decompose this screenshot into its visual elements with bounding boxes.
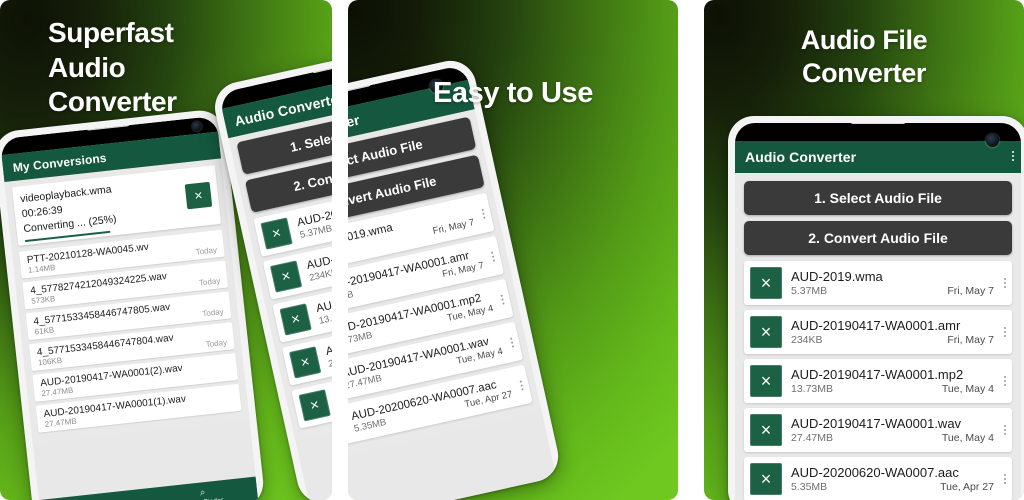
conversion-info: videoplayback.wma 00:26:39 Converting ..… [20,175,189,237]
table-row[interactable]: × AUD-2019.wma 5.37MB Fri, May 7 [744,261,1012,305]
file-size: 573KB [30,293,56,306]
file-size: 106KB [37,355,63,368]
file-type-icon: × [750,267,782,299]
table-row[interactable]: × AUD-20190417-WA0001.wav 27.47MB Tue, M… [744,408,1012,452]
appbar-title: Audio Converter [745,149,857,165]
file-info: AUD-20190417-WA0001.amr 234KB Fri, May 7 [782,318,1006,346]
nav-tab-audio-converter[interactable]: ⇄ Audio Converter [39,488,151,500]
file-date: Tue, Apr 27 [940,481,994,493]
file-date: Today [195,245,218,257]
file-size: 27.47MB [791,432,834,444]
file-info: AUD-20190417-WA0001.mp2 13.73MB Tue, May… [782,367,1006,395]
file-date: Today [201,306,225,319]
file-meta: 5.37MB Fri, May 7 [791,285,1006,297]
file-type-icon: × [750,365,782,397]
phone-screen-my-conversions: My Conversions videoplayback.wma 00:26:3… [0,115,259,500]
file-name: AUD-2019.wma [791,269,883,284]
file-date: Tue, May 4 [941,432,994,444]
file-type-icon: × [750,463,782,495]
search-file-icon: ⌕ [199,487,206,499]
overflow-menu-icon[interactable] [1004,474,1006,484]
file-meta: 13.73MB Tue, May 4 [791,383,1006,395]
front-camera-icon [192,121,202,132]
front-camera-icon [986,134,999,147]
file-meta: 5.35MB Tue, Apr 27 [791,481,1006,493]
nav-tab-audio-finder[interactable]: ⌕ Audio Finder [147,477,259,500]
file-info: AUD-2019.wma 5.37MB Fri, May 7 [782,269,1006,297]
table-row[interactable]: × AUD-20190417-WA0001.amr 234KB Fri, May… [744,310,1012,354]
select-audio-file-button[interactable]: 1. Select Audio File [744,181,1012,215]
earpiece-speaker [850,123,906,124]
cancel-conversion-button[interactable]: × [184,181,213,210]
file-size: 1.14MB [27,262,56,275]
overflow-menu-icon[interactable] [1004,327,1006,337]
phone-audio-converter-upright: Audio Converter 1. Select Audio File 2. … [728,116,1024,500]
overflow-menu-icon[interactable] [1004,278,1006,288]
file-size: 234KB [791,334,823,346]
converter-file-list: × AUD-2019.wma 5.37MB Fri, May 7 [348,192,533,451]
promo-panel-1: Superfast Audio Converter My Conversions… [0,0,332,500]
file-date: Tue, May 4 [941,383,994,395]
panel-2-headline: Easy to Use [432,77,593,109]
app-store-screenshot-gallery: Superfast Audio Converter My Conversions… [0,0,1024,500]
file-size: 234KB [348,288,355,306]
file-type-icon: × [750,316,782,348]
table-row[interactable]: × AUD-20190417-WA0001.mp2 13.73MB Tue, M… [744,359,1012,403]
file-type-icon: × [750,414,782,446]
file-date: Fri, May 7 [947,334,994,346]
phone-my-conversions: My Conversions videoplayback.wma 00:26:3… [0,107,266,500]
file-date: Today [198,275,221,288]
file-info: AUD-20190417-WA0001.wav 27.47MB Tue, May… [782,416,1006,444]
promo-panel-2: Easy to Use Audio Converter 1. Select Au… [348,0,678,500]
bottom-navigation-bar: ⇄ Audio Converter ⌕ Audio Finder [38,476,259,500]
panel-3-headline: Audio File Converter [800,25,928,89]
converter-file-list: × AUD-2019.wma 5.37MB Fri, May 7 [744,261,1012,500]
conversion-file-list: PTT-20210128-WA0045.wv 1.14MB Today 4_57… [18,229,242,433]
file-size: 5.37MB [791,285,828,297]
overflow-menu-icon[interactable] [1004,425,1006,435]
my-conversions-body: videoplayback.wma 00:26:39 Converting ..… [4,158,250,444]
appbar-audio-converter: Audio Converter [735,134,1021,173]
file-name: AUD-20190417-WA0001.wav [791,416,962,431]
file-name: AUD-20200620-WA0007.aac [791,465,959,480]
table-row[interactable]: × AUD-20200620-WA0007.aac 5.35MB Tue, Ap… [744,457,1012,500]
earpiece-speaker [85,121,131,131]
phone-screen-converter: Audio Converter 1. Select Audio File 2. … [735,123,1021,500]
overflow-menu-icon[interactable] [1012,151,1014,161]
converter-body: 1. Select Audio File 2. Convert Audio Fi… [735,173,1021,500]
convert-audio-file-button[interactable]: 2. Convert Audio File [744,221,1012,255]
file-name: AUD-20190417-WA0001.amr [791,318,961,333]
file-name: AUD-20190417-WA0001.mp2 [791,367,964,382]
file-info: AUD-20200620-WA0007.aac 5.35MB Tue, Apr … [782,465,1006,493]
panel-1-headline: Superfast Audio Converter [48,17,177,118]
appbar-title: My Conversions [12,150,108,175]
file-size: 5.37MB [348,245,349,263]
promo-panel-3: Audio File Converter Audio Converter 1. … [704,0,1024,500]
file-size: 5.35MB [791,481,828,493]
file-date: Today [205,337,228,349]
file-size: 13.73MB [791,383,834,395]
file-meta: 234KB Fri, May 7 [791,334,1006,346]
status-bar [735,123,1021,141]
file-size: 61KB [34,325,55,337]
file-date: Fri, May 7 [947,285,994,297]
file-size: 27.47MB [44,416,78,429]
file-size: 27.47MB [40,385,74,398]
file-meta: 27.47MB Tue, May 4 [791,432,1006,444]
overflow-menu-icon[interactable] [1004,376,1006,386]
